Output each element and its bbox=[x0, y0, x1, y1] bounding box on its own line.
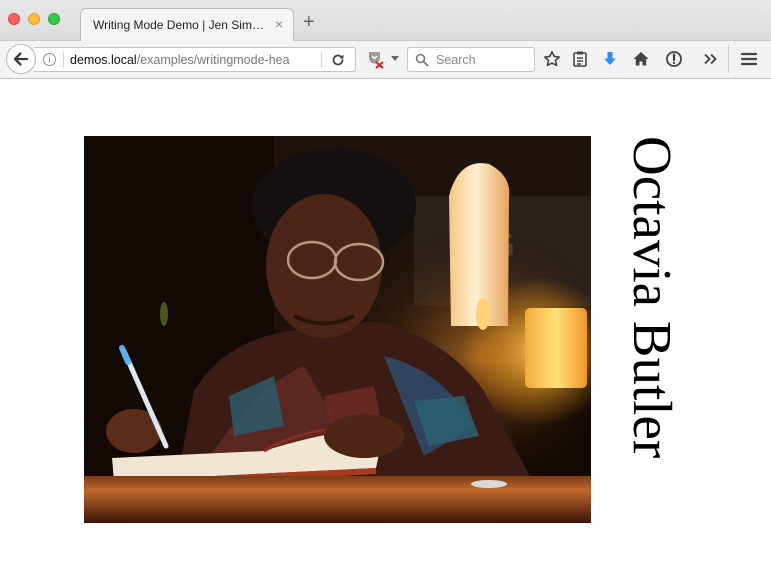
search-bar[interactable]: Search bbox=[407, 47, 535, 72]
window-maximize-button[interactable] bbox=[48, 13, 60, 25]
window-minimize-button[interactable] bbox=[28, 13, 40, 25]
url-divider bbox=[63, 52, 64, 68]
new-tab-button[interactable]: + bbox=[303, 12, 315, 32]
author-photo: G bbox=[84, 136, 591, 523]
author-heading: Octavia Butler bbox=[622, 136, 683, 459]
active-tab[interactable]: Writing Mode Demo | Jen Simmons Labs × bbox=[80, 8, 294, 41]
tab-strip: Writing Mode Demo | Jen Simmons Labs × + bbox=[0, 0, 771, 41]
menu-icon[interactable] bbox=[740, 50, 758, 68]
chevron-down-icon[interactable] bbox=[391, 56, 399, 62]
url-path: /examples/writingmode-hea bbox=[136, 53, 290, 67]
reload-icon[interactable] bbox=[330, 52, 346, 68]
url-host: demos.local bbox=[70, 53, 137, 67]
back-icon bbox=[13, 52, 29, 66]
url-text[interactable]: demos.local/examples/writingmode-hea bbox=[70, 53, 320, 67]
pocket-icon[interactable] bbox=[366, 48, 386, 70]
url-bar[interactable]: i demos.local/examples/writingmode-hea bbox=[34, 47, 356, 72]
search-icon bbox=[415, 53, 429, 67]
home-icon[interactable] bbox=[632, 50, 650, 68]
sync-icon[interactable] bbox=[665, 50, 683, 68]
window-close-button[interactable] bbox=[8, 13, 20, 25]
tab-close-icon[interactable]: × bbox=[275, 16, 283, 32]
bookmark-star-icon[interactable] bbox=[543, 50, 561, 68]
author-photo-illustration: G bbox=[84, 136, 591, 523]
back-button[interactable] bbox=[6, 44, 36, 74]
url-divider-right bbox=[321, 52, 322, 68]
search-input[interactable]: Search bbox=[436, 53, 476, 67]
tab-title: Writing Mode Demo | Jen Simmons Labs bbox=[93, 18, 268, 32]
toolbar-divider bbox=[728, 45, 729, 73]
downloads-icon[interactable] bbox=[601, 50, 619, 68]
info-icon[interactable]: i bbox=[43, 53, 56, 66]
overflow-icon[interactable] bbox=[702, 50, 720, 68]
reading-list-icon[interactable] bbox=[571, 50, 589, 68]
